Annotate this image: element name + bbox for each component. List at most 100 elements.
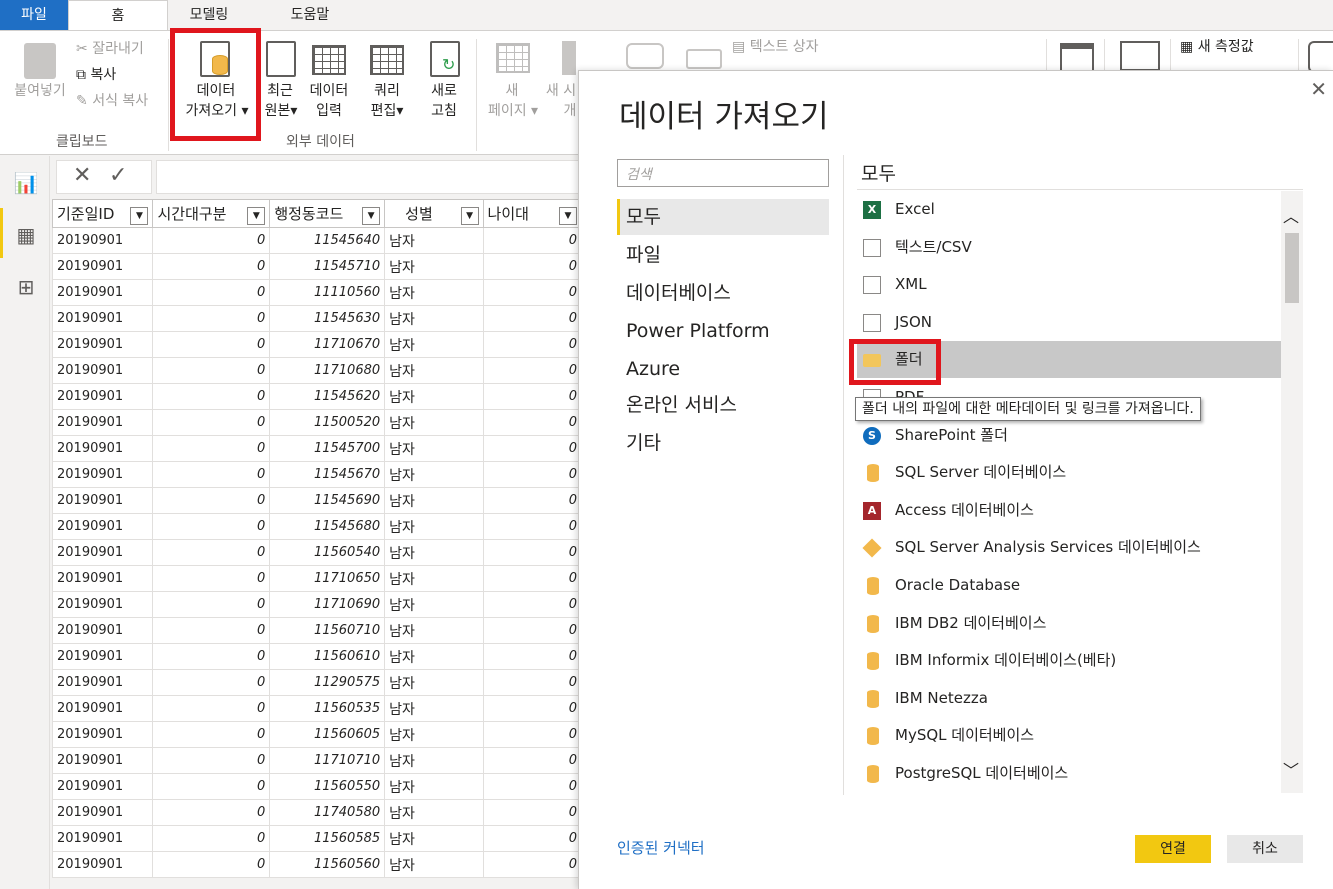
table-cell[interactable]: 20190901 xyxy=(51,253,154,280)
table-cell[interactable]: 11710710 xyxy=(269,747,386,774)
table-cell[interactable]: 11710670 xyxy=(269,331,386,358)
table-cell[interactable]: 남자 xyxy=(384,617,484,644)
table-cell[interactable]: 20190901 xyxy=(51,539,154,566)
table-cell[interactable]: 20190901 xyxy=(51,825,154,852)
table-cell[interactable]: 11560605 xyxy=(269,721,386,748)
table-cell[interactable]: 11560540 xyxy=(269,539,386,566)
table-cell[interactable]: 남자 xyxy=(384,331,484,358)
table-cell[interactable]: 0 xyxy=(152,539,271,566)
table-cell[interactable]: 0 xyxy=(152,721,271,748)
table-cell[interactable]: 0 xyxy=(152,851,271,878)
table-cell[interactable]: 0 xyxy=(482,279,583,306)
cancel-formula-icon[interactable]: ✕ xyxy=(73,163,91,188)
table-cell[interactable]: 남자 xyxy=(384,721,484,748)
table-cell[interactable]: 0 xyxy=(482,331,583,358)
comment-icon[interactable] xyxy=(626,43,664,69)
relationships-icon[interactable] xyxy=(1120,41,1160,71)
chevron-down-icon[interactable]: ▼ xyxy=(362,206,381,225)
tab-modeling[interactable]: 모델링 xyxy=(168,0,250,30)
search-input[interactable]: 검색 xyxy=(617,159,829,187)
table-cell[interactable]: 0 xyxy=(152,305,271,332)
table-cell[interactable]: 11560585 xyxy=(269,825,386,852)
table-cell[interactable]: 20190901 xyxy=(51,799,154,826)
table-cell[interactable]: 20190901 xyxy=(51,383,154,410)
table-cell[interactable]: 11545620 xyxy=(269,383,386,410)
chevron-down-icon[interactable]: ▼ xyxy=(460,206,479,225)
scroll-up-icon[interactable]: ︿ xyxy=(1283,203,1299,227)
table-cell[interactable]: 0 xyxy=(482,617,583,644)
button-icon[interactable] xyxy=(686,49,722,69)
category-online-services[interactable]: 온라인 서비스 xyxy=(617,387,829,423)
table-cell[interactable]: 11545640 xyxy=(269,227,386,254)
connector-item[interactable]: S SharePoint 폴더 xyxy=(857,417,1281,454)
table-cell[interactable]: 0 xyxy=(482,669,583,696)
table-cell[interactable]: 11710690 xyxy=(269,591,386,618)
table-cell[interactable]: 남자 xyxy=(384,539,484,566)
table-cell[interactable]: 11545700 xyxy=(269,435,386,462)
formula-input[interactable] xyxy=(156,160,586,194)
cancel-button[interactable]: 취소 xyxy=(1227,835,1303,863)
table-cell[interactable]: 남자 xyxy=(384,227,484,254)
table-cell[interactable]: 11545670 xyxy=(269,461,386,488)
table-cell[interactable]: 남자 xyxy=(384,851,484,878)
table-cell[interactable]: 0 xyxy=(152,279,271,306)
table-cell[interactable]: 11290575 xyxy=(269,669,386,696)
table-cell[interactable]: 0 xyxy=(482,539,583,566)
table-cell[interactable]: 0 xyxy=(482,253,583,280)
connector-item[interactable]: Oracle Database xyxy=(857,567,1281,604)
table-cell[interactable]: 0 xyxy=(152,695,271,722)
table-cell[interactable]: 20190901 xyxy=(51,721,154,748)
data-view-icon[interactable]: ▦ xyxy=(8,218,44,252)
table-cell[interactable]: 0 xyxy=(152,617,271,644)
table-cell[interactable]: 0 xyxy=(152,591,271,618)
table-cell[interactable]: 0 xyxy=(482,409,583,436)
table-cell[interactable]: 남자 xyxy=(384,253,484,280)
connector-item[interactable]: SQL Server Analysis Services 데이터베이스 xyxy=(857,529,1281,566)
table-cell[interactable]: 0 xyxy=(152,643,271,670)
publish-icon[interactable] xyxy=(1308,41,1333,73)
table-cell[interactable]: 0 xyxy=(152,461,271,488)
copy-button[interactable]: ⧉ 복사 xyxy=(76,65,116,85)
connector-item[interactable]: JSON xyxy=(857,304,1281,341)
table-cell[interactable]: 남자 xyxy=(384,461,484,488)
new-measure-button[interactable]: ▦ 새 측정값 xyxy=(1180,37,1254,57)
tab-file[interactable]: 파일 xyxy=(0,0,68,30)
commit-formula-icon[interactable]: ✓ xyxy=(109,163,127,188)
connector-item[interactable]: A Access 데이터베이스 xyxy=(857,492,1281,529)
format-painter-button[interactable]: ✎ 서식 복사 xyxy=(76,91,148,111)
table-cell[interactable]: 0 xyxy=(152,487,271,514)
table-cell[interactable]: 20190901 xyxy=(51,435,154,462)
table-cell[interactable]: 0 xyxy=(482,383,583,410)
table-cell[interactable]: 11560550 xyxy=(269,773,386,800)
table-cell[interactable]: 11560560 xyxy=(269,851,386,878)
table-cell[interactable]: 0 xyxy=(482,851,583,878)
table-cell[interactable]: 남자 xyxy=(384,357,484,384)
table-cell[interactable]: 0 xyxy=(152,799,271,826)
table-cell[interactable]: 20190901 xyxy=(51,279,154,306)
table-cell[interactable]: 20190901 xyxy=(51,695,154,722)
table-cell[interactable]: 0 xyxy=(482,227,583,254)
table-cell[interactable]: 0 xyxy=(482,773,583,800)
column-header[interactable]: 행정동코드 ▼ xyxy=(269,199,386,228)
table-cell[interactable]: 0 xyxy=(152,669,271,696)
category-database[interactable]: 데이터베이스 xyxy=(617,275,829,311)
certified-connectors-link[interactable]: 인증된 커넥터 xyxy=(617,837,705,858)
table-cell[interactable]: 20190901 xyxy=(51,357,154,384)
connector-item[interactable]: 텍스트/CSV xyxy=(857,229,1281,266)
table-cell[interactable]: 남자 xyxy=(384,799,484,826)
table-cell[interactable]: 남자 xyxy=(384,695,484,722)
tab-home[interactable]: 홈 xyxy=(68,0,168,31)
list-scrollbar[interactable]: ︿ ﹀ xyxy=(1281,191,1303,793)
table-cell[interactable]: 20190901 xyxy=(51,513,154,540)
table-cell[interactable]: 0 xyxy=(152,747,271,774)
close-icon[interactable]: ✕ xyxy=(1310,77,1327,101)
connector-item[interactable]: MySQL 데이터베이스 xyxy=(857,717,1281,754)
table-cell[interactable]: 0 xyxy=(482,513,583,540)
table-cell[interactable]: 남자 xyxy=(384,409,484,436)
table-cell[interactable]: 0 xyxy=(152,331,271,358)
table-cell[interactable]: 20190901 xyxy=(51,487,154,514)
table-cell[interactable]: 남자 xyxy=(384,591,484,618)
table-cell[interactable]: 0 xyxy=(152,409,271,436)
table-cell[interactable]: 0 xyxy=(482,305,583,332)
table-cell[interactable]: 0 xyxy=(482,799,583,826)
